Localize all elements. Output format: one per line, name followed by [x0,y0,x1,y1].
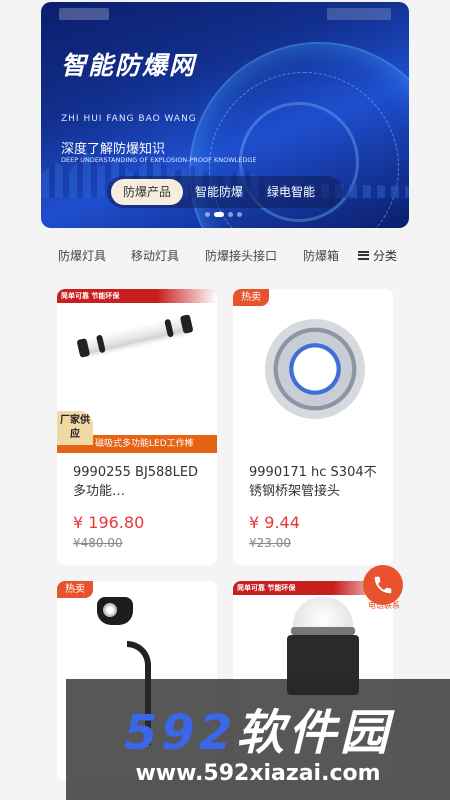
product-original-price: ¥23.00 [249,536,291,550]
promo-strip: 简单可靠 节能环保 [57,289,217,303]
banner-pinyin: ZHI HUI FANG BAO WANG [61,114,197,124]
product-original-price: ¥480.00 [73,536,123,550]
logo-icon [59,8,109,20]
watermark-url: www.592xiazai.com [135,761,381,786]
led-tube-illustration [76,314,194,358]
pipe-connector-illustration [265,319,365,419]
phone-icon [374,576,392,594]
pill-explosion-proof-products[interactable]: 防爆产品 [111,179,184,205]
product-name: 9990255 BJ588LED多功能… [73,465,199,499]
product-price: ¥ 9.44 [249,513,300,532]
tube-cap [76,338,91,358]
tab-mobile-lamps[interactable]: 移动灯具 [131,247,179,264]
tab-explosion-proof-boxes[interactable]: 防爆箱 [303,247,345,264]
factory-supply-badge: 厂家供应 [57,411,93,445]
carousel-dot[interactable] [205,212,210,217]
carousel-indicator [205,212,242,217]
carousel-dot-active[interactable] [214,212,224,217]
tube-band [95,334,106,354]
tab-explosion-proof-lamps[interactable]: 防爆灯具 [58,247,106,264]
watermark-overlay: 592软件园 www.592xiazai.com [66,679,450,800]
banner-title: 智能防爆网 [61,51,197,80]
phone-contact-button[interactable] [363,565,403,605]
tube-cap [179,314,194,334]
lamp-ring [291,627,355,635]
watermark-cn: 软件园 [236,705,393,761]
pill-smart-explosion-proof[interactable]: 智能防爆 [183,179,255,205]
category-tabs: 防爆灯具 移动灯具 防爆接头接口 防爆箱 分类 [0,236,450,274]
tube-band [164,318,175,338]
product-price: ¥ 196.80 [73,513,145,532]
carousel-dot[interactable] [237,212,242,217]
carousel-dot[interactable] [228,212,233,217]
lamp-dome [293,597,353,629]
category-menu-button[interactable]: 分类 [348,236,398,274]
banner-subtitle: 深度了解防爆知识 [61,142,166,157]
hero-banner[interactable]: 智能防爆网 ZHI HUI FANG BAO WANG 深度了解防爆知识 DEE… [41,2,409,228]
banner-pill-group: 防爆产品 智能防爆 绿电智能 [107,176,343,208]
product-image: 简单可靠 节能环保 厂家供应 磁吸式多功能LED工作棒 [57,289,217,453]
product-card[interactable]: 简单可靠 节能环保 厂家供应 磁吸式多功能LED工作棒 9990255 BJ58… [57,289,217,565]
product-card[interactable]: 热卖 9990171 hc S304不锈钢桥架管接头 ¥ 9.44 ¥23.00 [233,289,393,565]
banner-topbar-text [327,8,391,20]
pill-green-power-smart[interactable]: 绿电智能 [255,179,327,205]
watermark-number: 592 [123,705,237,761]
menu-icon [358,250,369,260]
banner-subtitle-en: DEEP UNDERSTANDING OF EXPLOSION-PROOF KN… [61,156,257,164]
banner-topbar [59,8,391,24]
tab-connectors[interactable]: 防爆接头接口 [205,247,277,264]
category-menu-label: 分类 [373,248,398,263]
product-name: 9990171 hc S304不锈钢桥架管接头 [249,465,377,499]
hot-sale-badge: 热卖 [57,581,93,598]
lamp-lens [103,603,117,617]
phone-contact-label[interactable]: 电话联系 [363,600,405,611]
product-image: 热卖 [233,289,393,453]
watermark-title: 592软件园 [66,693,450,763]
hot-sale-badge: 热卖 [233,289,269,306]
